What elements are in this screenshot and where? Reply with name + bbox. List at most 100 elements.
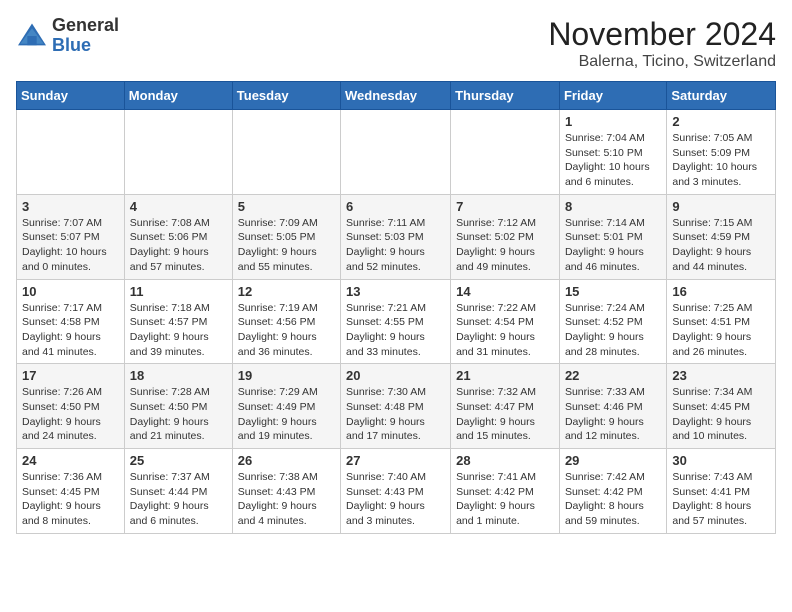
day-info: Sunrise: 7:12 AM Sunset: 5:02 PM Dayligh… — [456, 216, 554, 275]
day-info: Sunrise: 7:21 AM Sunset: 4:55 PM Dayligh… — [346, 301, 445, 360]
logo: General Blue — [16, 16, 119, 56]
weekday-header: Monday — [124, 82, 232, 110]
day-number: 19 — [238, 368, 335, 383]
day-number: 21 — [456, 368, 554, 383]
calendar-week-row: 1 Sunrise: 7:04 AM Sunset: 5:10 PM Daylig… — [17, 110, 776, 195]
day-number: 7 — [456, 199, 554, 214]
month-title: November 2024 — [548, 16, 776, 53]
calendar-header-row: SundayMondayTuesdayWednesdayThursdayFrid… — [17, 82, 776, 110]
day-info: Sunrise: 7:11 AM Sunset: 5:03 PM Dayligh… — [346, 216, 445, 275]
weekday-header: Sunday — [17, 82, 125, 110]
calendar-week-row: 17 Sunrise: 7:26 AM Sunset: 4:50 PM Dayli… — [17, 364, 776, 449]
day-number: 23 — [672, 368, 770, 383]
calendar-cell: 3 Sunrise: 7:07 AM Sunset: 5:07 PM Daylig… — [17, 194, 125, 279]
day-number: 28 — [456, 453, 554, 468]
calendar-cell: 15 Sunrise: 7:24 AM Sunset: 4:52 PM Dayli… — [559, 279, 666, 364]
calendar-cell: 14Sunrise: 7:22 AM Sunset: 4:54 PM Dayli… — [451, 279, 560, 364]
calendar-cell: 19 Sunrise: 7:29 AM Sunset: 4:49 PM Dayli… — [232, 364, 340, 449]
calendar-week-row: 10 Sunrise: 7:17 AM Sunset: 4:58 PM Dayli… — [17, 279, 776, 364]
calendar-cell: 22 Sunrise: 7:33 AM Sunset: 4:46 PM Dayli… — [559, 364, 666, 449]
calendar-table: SundayMondayTuesdayWednesdayThursdayFrid… — [16, 81, 776, 534]
calendar-cell: 12 Sunrise: 7:19 AM Sunset: 4:56 PM Dayli… — [232, 279, 340, 364]
day-number: 11 — [130, 284, 227, 299]
logo-blue-text: Blue — [52, 36, 119, 56]
calendar-cell — [232, 110, 340, 195]
calendar-cell: 9 Sunrise: 7:15 AM Sunset: 4:59 PM Daylig… — [667, 194, 776, 279]
day-info: Sunrise: 7:37 AM Sunset: 4:44 PM Dayligh… — [130, 470, 227, 529]
day-number: 24 — [22, 453, 119, 468]
calendar-cell: 5Sunrise: 7:09 AM Sunset: 5:05 PM Daylig… — [232, 194, 340, 279]
day-number: 25 — [130, 453, 227, 468]
day-info: Sunrise: 7:28 AM Sunset: 4:50 PM Dayligh… — [130, 385, 227, 444]
day-info: Sunrise: 7:32 AM Sunset: 4:47 PM Dayligh… — [456, 385, 554, 444]
day-number: 3 — [22, 199, 119, 214]
calendar-cell: 13Sunrise: 7:21 AM Sunset: 4:55 PM Dayli… — [341, 279, 451, 364]
day-number: 5 — [238, 199, 335, 214]
day-number: 17 — [22, 368, 119, 383]
day-info: Sunrise: 7:18 AM Sunset: 4:57 PM Dayligh… — [130, 301, 227, 360]
day-info: Sunrise: 7:07 AM Sunset: 5:07 PM Dayligh… — [22, 216, 119, 275]
logo-general-text: General — [52, 16, 119, 36]
calendar-cell: 26Sunrise: 7:38 AM Sunset: 4:43 PM Dayli… — [232, 449, 340, 534]
day-info: Sunrise: 7:42 AM Sunset: 4:42 PM Dayligh… — [565, 470, 661, 529]
day-number: 29 — [565, 453, 661, 468]
calendar-cell — [124, 110, 232, 195]
calendar-cell: 11 Sunrise: 7:18 AM Sunset: 4:57 PM Dayli… — [124, 279, 232, 364]
weekday-header: Tuesday — [232, 82, 340, 110]
day-number: 15 — [565, 284, 661, 299]
calendar-cell: 27 Sunrise: 7:40 AM Sunset: 4:43 PM Dayli… — [341, 449, 451, 534]
weekday-header: Friday — [559, 82, 666, 110]
day-number: 12 — [238, 284, 335, 299]
location-title: Balerna, Ticino, Switzerland — [548, 53, 776, 71]
calendar-cell: 25 Sunrise: 7:37 AM Sunset: 4:44 PM Dayli… — [124, 449, 232, 534]
day-info: Sunrise: 7:26 AM Sunset: 4:50 PM Dayligh… — [22, 385, 119, 444]
calendar-cell: 17 Sunrise: 7:26 AM Sunset: 4:50 PM Dayli… — [17, 364, 125, 449]
day-info: Sunrise: 7:25 AM Sunset: 4:51 PM Dayligh… — [672, 301, 770, 360]
day-number: 4 — [130, 199, 227, 214]
day-info: Sunrise: 7:15 AM Sunset: 4:59 PM Dayligh… — [672, 216, 770, 275]
calendar-cell: 21 Sunrise: 7:32 AM Sunset: 4:47 PM Dayli… — [451, 364, 560, 449]
calendar-cell: 2Sunrise: 7:05 AM Sunset: 5:09 PM Daylig… — [667, 110, 776, 195]
day-number: 16 — [672, 284, 770, 299]
day-info: Sunrise: 7:29 AM Sunset: 4:49 PM Dayligh… — [238, 385, 335, 444]
weekday-header: Thursday — [451, 82, 560, 110]
day-info: Sunrise: 7:19 AM Sunset: 4:56 PM Dayligh… — [238, 301, 335, 360]
day-number: 27 — [346, 453, 445, 468]
day-number: 9 — [672, 199, 770, 214]
calendar-week-row: 3 Sunrise: 7:07 AM Sunset: 5:07 PM Daylig… — [17, 194, 776, 279]
logo-text: General Blue — [52, 16, 119, 56]
day-info: Sunrise: 7:22 AM Sunset: 4:54 PM Dayligh… — [456, 301, 554, 360]
calendar-cell: 10 Sunrise: 7:17 AM Sunset: 4:58 PM Dayli… — [17, 279, 125, 364]
calendar-cell: 23 Sunrise: 7:34 AM Sunset: 4:45 PM Dayli… — [667, 364, 776, 449]
calendar-cell: 1 Sunrise: 7:04 AM Sunset: 5:10 PM Daylig… — [559, 110, 666, 195]
calendar-cell — [451, 110, 560, 195]
logo-icon — [16, 22, 48, 50]
day-number: 1 — [565, 114, 661, 129]
day-info: Sunrise: 7:08 AM Sunset: 5:06 PM Dayligh… — [130, 216, 227, 275]
day-info: Sunrise: 7:24 AM Sunset: 4:52 PM Dayligh… — [565, 301, 661, 360]
day-info: Sunrise: 7:17 AM Sunset: 4:58 PM Dayligh… — [22, 301, 119, 360]
day-info: Sunrise: 7:33 AM Sunset: 4:46 PM Dayligh… — [565, 385, 661, 444]
day-info: Sunrise: 7:36 AM Sunset: 4:45 PM Dayligh… — [22, 470, 119, 529]
calendar-cell — [17, 110, 125, 195]
calendar-cell: 4 Sunrise: 7:08 AM Sunset: 5:06 PM Daylig… — [124, 194, 232, 279]
calendar-cell: 18 Sunrise: 7:28 AM Sunset: 4:50 PM Dayli… — [124, 364, 232, 449]
calendar-cell: 8Sunrise: 7:14 AM Sunset: 5:01 PM Daylig… — [559, 194, 666, 279]
day-info: Sunrise: 7:30 AM Sunset: 4:48 PM Dayligh… — [346, 385, 445, 444]
day-number: 10 — [22, 284, 119, 299]
day-number: 2 — [672, 114, 770, 129]
title-section: November 2024 Balerna, Ticino, Switzerla… — [548, 16, 776, 71]
calendar-cell: 24 Sunrise: 7:36 AM Sunset: 4:45 PM Dayli… — [17, 449, 125, 534]
day-info: Sunrise: 7:40 AM Sunset: 4:43 PM Dayligh… — [346, 470, 445, 529]
calendar-cell: 20Sunrise: 7:30 AM Sunset: 4:48 PM Dayli… — [341, 364, 451, 449]
day-info: Sunrise: 7:04 AM Sunset: 5:10 PM Dayligh… — [565, 131, 661, 190]
day-info: Sunrise: 7:14 AM Sunset: 5:01 PM Dayligh… — [565, 216, 661, 275]
day-number: 26 — [238, 453, 335, 468]
calendar-cell: 30Sunrise: 7:43 AM Sunset: 4:41 PM Dayli… — [667, 449, 776, 534]
calendar-cell: 29 Sunrise: 7:42 AM Sunset: 4:42 PM Dayli… — [559, 449, 666, 534]
weekday-header: Saturday — [667, 82, 776, 110]
day-number: 18 — [130, 368, 227, 383]
calendar-cell: 6Sunrise: 7:11 AM Sunset: 5:03 PM Daylig… — [341, 194, 451, 279]
day-info: Sunrise: 7:34 AM Sunset: 4:45 PM Dayligh… — [672, 385, 770, 444]
day-number: 22 — [565, 368, 661, 383]
